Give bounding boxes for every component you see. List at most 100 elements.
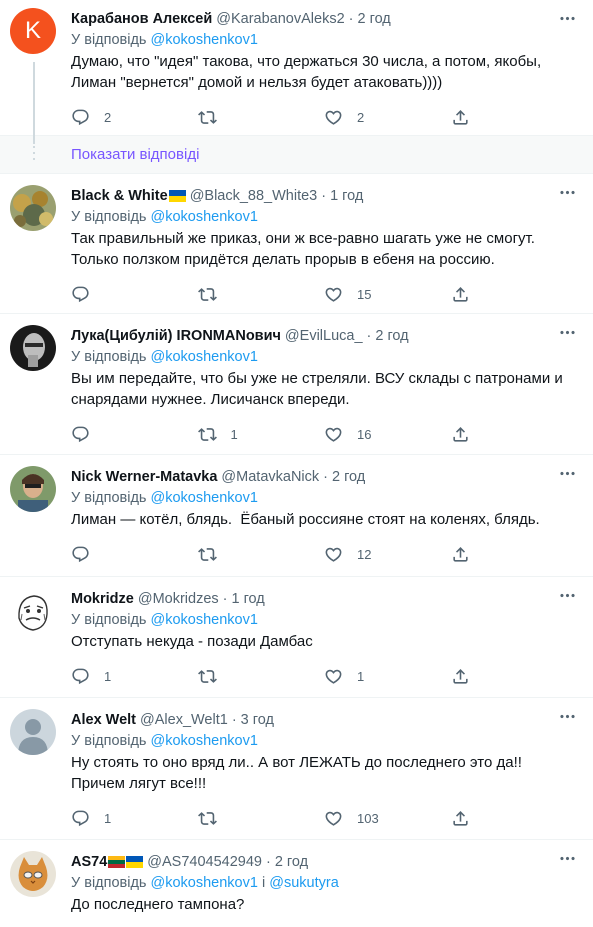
like-count: 12 <box>357 546 372 562</box>
like-count: 16 <box>357 426 372 442</box>
mention-link[interactable]: @kokoshenkov1 <box>151 349 258 365</box>
heart-icon <box>324 108 343 127</box>
mention-link[interactable]: @kokoshenkov1 <box>151 209 258 225</box>
reply-context: У відповідь @kokoshenkov1 <box>71 610 577 631</box>
timestamp[interactable]: 2 год <box>332 469 365 485</box>
more-options-icon[interactable] <box>557 706 577 726</box>
avatar[interactable] <box>10 185 56 231</box>
like-button[interactable]: 12 <box>324 545 451 564</box>
retweet-button[interactable]: 1 <box>198 425 325 444</box>
author-handle[interactable]: @Alex_Welt1 <box>140 712 228 728</box>
show-replies-row[interactable]: Показати відповіді <box>0 136 593 174</box>
author-handle[interactable]: @KarabanovAleks2 <box>216 11 344 27</box>
tweet[interactable]: Лука(Цибулій) IRONMANович @EvilLuca_ · 2… <box>0 314 593 455</box>
retweet-button[interactable] <box>198 667 325 686</box>
mention-link[interactable]: @sukutyra <box>269 875 339 891</box>
more-options-icon[interactable] <box>557 463 577 483</box>
avatar[interactable] <box>10 466 56 512</box>
like-button[interactable]: 15 <box>324 285 451 304</box>
avatar-letter: K <box>24 17 41 44</box>
like-button[interactable]: 103 <box>324 809 451 828</box>
share-button[interactable] <box>451 667 578 686</box>
retweet-button[interactable] <box>198 809 325 828</box>
reply-and: і <box>261 875 266 891</box>
like-button[interactable]: 16 <box>324 425 451 444</box>
tweet[interactable]: K Карабанов Алексей @KarabanovAleks2 · 2… <box>0 0 593 144</box>
reply-icon <box>71 667 90 686</box>
share-icon <box>451 545 470 564</box>
more-options-icon[interactable] <box>557 182 577 202</box>
replies-feed: K Карабанов Алексей @KarabanovAleks2 · 2… <box>0 0 593 927</box>
reply-context: У відповідь @kokoshenkov1 <box>71 488 577 509</box>
mention-link[interactable]: @kokoshenkov1 <box>151 32 258 48</box>
mention-link[interactable]: @kokoshenkov1 <box>151 612 258 628</box>
tweet[interactable]: Alex Welt @Alex_Welt1 · 3 год У відповід… <box>0 698 593 840</box>
like-button[interactable]: 2 <box>324 108 451 127</box>
tweet-text: До последнего тампона? <box>71 896 245 913</box>
author-handle[interactable]: @Black_88_White3 <box>190 188 318 204</box>
tweet[interactable]: Black & White @Black_88_White3 · 1 год У… <box>0 174 593 314</box>
reply-context: У відповідь @kokoshenkov1 <box>71 30 577 51</box>
retweet-button[interactable] <box>198 108 325 127</box>
reply-button[interactable] <box>71 425 198 444</box>
share-button[interactable] <box>451 285 578 304</box>
avatar[interactable] <box>10 325 56 371</box>
author-handle[interactable]: @MatavkaNick <box>221 469 319 485</box>
tweet[interactable]: AS74 @AS7404542949 · 2 год У відповідь @… <box>0 840 593 927</box>
mention-link[interactable]: @kokoshenkov1 <box>151 875 258 891</box>
timestamp[interactable]: 1 год <box>330 188 363 204</box>
author-handle[interactable]: @AS7404542949 <box>147 854 262 870</box>
reply-button[interactable]: 2 <box>71 108 198 127</box>
more-options-icon[interactable] <box>557 8 577 28</box>
reply-prefix: У відповідь <box>71 612 147 628</box>
timestamp[interactable]: 2 год <box>358 11 391 27</box>
show-replies-link[interactable]: Показати відповіді <box>71 146 199 163</box>
author-name[interactable]: Mokridze <box>71 591 134 607</box>
mention-link[interactable]: @kokoshenkov1 <box>151 733 258 749</box>
share-button[interactable] <box>451 108 578 127</box>
tweet[interactable]: Mokridze @Mokridzes · 1 год У відповідь … <box>0 577 593 698</box>
timestamp[interactable]: 3 год <box>241 712 274 728</box>
retweet-button[interactable] <box>198 545 325 564</box>
author-handle[interactable]: @EvilLuca_ <box>285 328 363 344</box>
share-button[interactable] <box>451 809 578 828</box>
reply-icon <box>71 425 90 444</box>
author-name[interactable]: Black & White <box>71 188 168 204</box>
tweet-text: Отступать некуда - позади Дамбас <box>71 633 313 650</box>
like-count: 2 <box>357 109 365 125</box>
reply-context: У відповідь @kokoshenkov1 <box>71 731 577 752</box>
timestamp[interactable]: 2 год <box>375 328 408 344</box>
share-button[interactable] <box>451 545 578 564</box>
avatar[interactable] <box>10 709 56 755</box>
separator-dot: · <box>266 854 271 870</box>
reply-button[interactable] <box>71 285 198 304</box>
timestamp[interactable]: 2 год <box>275 854 308 870</box>
author-handle[interactable]: @Mokridzes <box>138 591 219 607</box>
share-icon <box>451 667 470 686</box>
timestamp[interactable]: 1 год <box>231 591 264 607</box>
more-options-icon[interactable] <box>557 585 577 605</box>
share-icon <box>451 809 470 828</box>
author-name[interactable]: AS74 <box>71 854 107 870</box>
more-options-icon[interactable] <box>557 322 577 342</box>
reply-prefix: У відповідь <box>71 875 147 891</box>
mention-link[interactable]: @kokoshenkov1 <box>151 490 258 506</box>
author-name[interactable]: Nick Werner-Matavka <box>71 469 217 485</box>
author-name[interactable]: Лука(Цибулій) IRONMANович <box>71 328 281 344</box>
author-name[interactable]: Alex Welt <box>71 712 136 728</box>
tweet[interactable]: Nick Werner-Matavka @MatavkaNick · 2 год… <box>0 455 593 577</box>
avatar[interactable]: K <box>10 8 56 54</box>
reply-button[interactable] <box>71 545 198 564</box>
avatar[interactable] <box>10 851 56 897</box>
like-button[interactable]: 1 <box>324 667 451 686</box>
more-options-icon[interactable] <box>557 848 577 868</box>
separator-dot: · <box>222 591 228 607</box>
reply-count: 2 <box>104 109 112 125</box>
reply-button[interactable]: 1 <box>71 809 198 828</box>
reply-button[interactable]: 1 <box>71 667 198 686</box>
retweet-button[interactable] <box>198 285 325 304</box>
share-button[interactable] <box>451 425 578 444</box>
heart-icon <box>324 809 343 828</box>
author-name[interactable]: Карабанов Алексей <box>71 11 212 27</box>
avatar[interactable] <box>10 588 56 634</box>
